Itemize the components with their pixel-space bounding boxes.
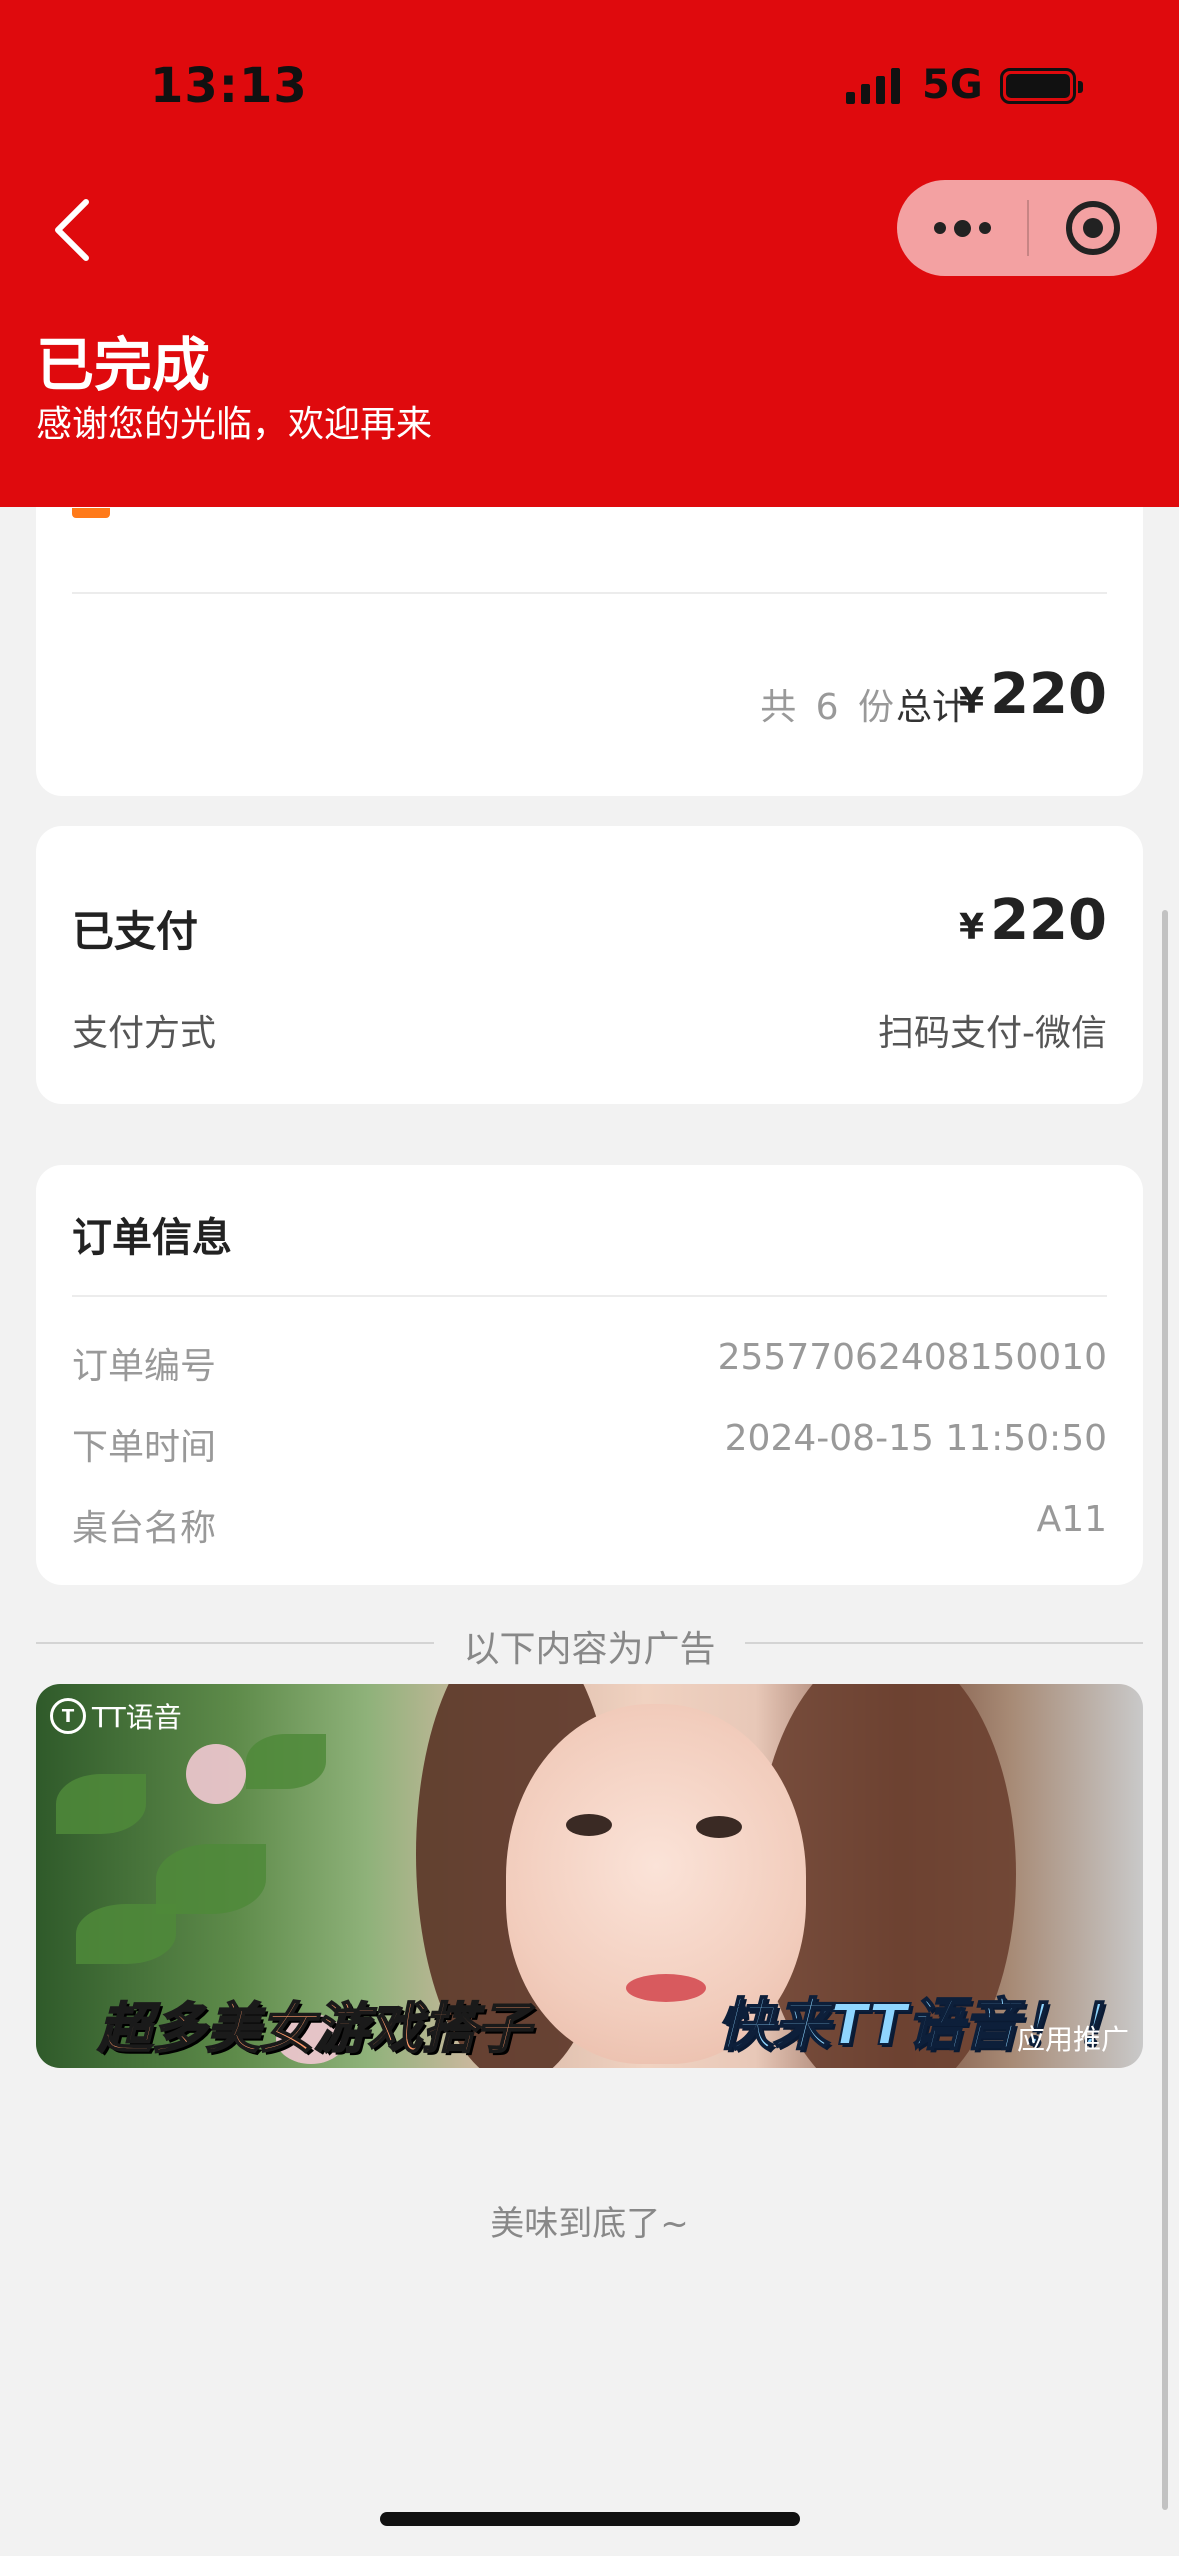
table-name-value: A11 <box>1036 1499 1107 1540</box>
ad-image-lips <box>626 1974 706 2002</box>
total-amount: ¥220 <box>959 662 1107 727</box>
more-button[interactable] <box>897 180 1027 276</box>
divider <box>72 592 1107 594</box>
close-miniprogram-button[interactable] <box>1029 201 1157 255</box>
currency-symbol: ¥ <box>959 681 985 722</box>
ad-image-eye <box>566 1814 612 1836</box>
paid-amount: ¥220 <box>959 888 1107 953</box>
currency-symbol: ¥ <box>959 907 985 948</box>
item-tag-icon <box>72 508 110 518</box>
order-number-row: 订单编号 25577062408150010 <box>72 1337 1107 1387</box>
status-time: 13:13 <box>150 58 308 114</box>
payment-card: 已支付 ¥220 支付方式 扫码支付-微信 <box>36 826 1143 1104</box>
leaf-decoration <box>246 1734 326 1789</box>
chevron-left-icon <box>55 199 89 261</box>
page-title: 已完成 <box>36 331 211 399</box>
scrollbar[interactable] <box>1162 910 1168 2510</box>
signal-icon <box>846 68 900 104</box>
order-info-card: 订单信息 订单编号 25577062408150010 下单时间 2024-08… <box>36 1165 1143 1585</box>
divider <box>72 1295 1107 1297</box>
page-subtitle: 感谢您的光临，欢迎再来 <box>36 404 433 445</box>
order-number-label: 订单编号 <box>72 1346 217 1387</box>
ad-tag: 应用推广 <box>1016 2023 1129 2056</box>
ad-divider: 以下内容为广告 <box>36 1620 1143 1670</box>
table-name-row: 桌台名称 A11 <box>72 1499 1107 1549</box>
miniprogram-capsule <box>897 180 1157 276</box>
ad-brand-name: TT语音 <box>92 1701 182 1734</box>
end-of-list-text: 美味到底了~ <box>490 2204 689 2244</box>
table-name-label: 桌台名称 <box>72 1508 217 1549</box>
ad-image-eye <box>696 1816 742 1838</box>
order-number-value: 25577062408150010 <box>717 1337 1107 1378</box>
paid-value: 220 <box>990 888 1107 953</box>
payment-method-value: 扫码支付-微信 <box>878 1013 1107 1054</box>
order-info-title: 订单信息 <box>72 1215 232 1261</box>
order-time-value: 2024-08-15 11:50:50 <box>724 1418 1107 1459</box>
leaf-decoration <box>76 1904 176 1964</box>
leaf-decoration <box>56 1774 146 1834</box>
target-icon <box>1066 201 1120 255</box>
ad-brand-logo: T TT语音 <box>50 1696 182 1736</box>
total-value: 220 <box>990 662 1107 727</box>
page-header: 13:13 5G 已完成 感谢您的光临，欢迎再来 <box>0 0 1179 507</box>
tt-logo-icon: T <box>50 1698 86 1734</box>
order-summary-card: 共 6 份 总计 ¥220 <box>36 470 1143 796</box>
network-label: 5G <box>922 62 983 108</box>
ad-divider-text: 以下内容为广告 <box>463 1629 716 1670</box>
item-count: 共 6 份 <box>760 687 898 728</box>
flower-decoration <box>186 1744 246 1804</box>
ad-banner[interactable]: T TT语音 超多美女游戏搭子 快来TT语音！！ 应用推广 <box>36 1684 1143 2068</box>
order-time-label: 下单时间 <box>72 1427 217 1468</box>
battery-icon <box>1000 68 1083 104</box>
ad-slogan-left: 超多美女游戏搭子 <box>97 1996 531 2061</box>
back-button[interactable] <box>48 190 108 270</box>
order-time-row: 下单时间 2024-08-15 11:50:50 <box>72 1418 1107 1468</box>
home-indicator[interactable] <box>380 2512 800 2526</box>
more-dots-icon <box>933 222 946 234</box>
total-label: 总计 <box>895 687 968 728</box>
paid-label: 已支付 <box>72 907 199 956</box>
payment-method-label: 支付方式 <box>72 1013 217 1054</box>
